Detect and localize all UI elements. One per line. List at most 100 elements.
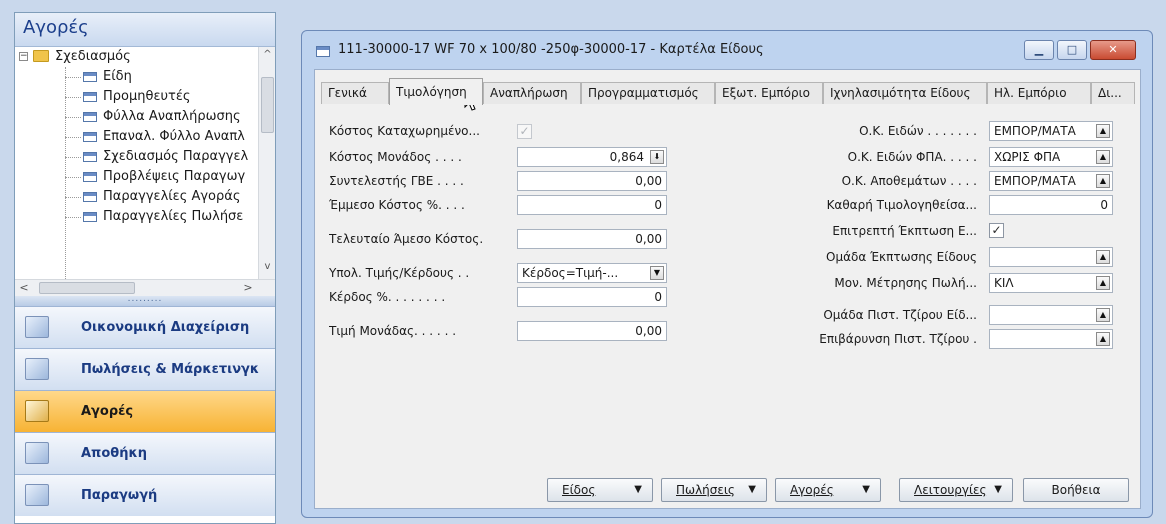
net-invoiced-qty-field[interactable]: 0 [989,195,1113,215]
collapse-icon[interactable]: − [19,52,28,61]
tree-vertical-scrollbar[interactable]: ^ v [258,47,275,279]
tree-item-sales-orders[interactable]: Παραγγελίες Πωλήσε [15,207,275,227]
tree-item-order-planning[interactable]: Σχεδιασμός Παραγγελ [15,147,275,167]
scroll-thumb[interactable] [261,77,274,133]
navigation-pane: Αγορές − Σχεδιασμός Είδη Προμηθευτές Φύλ… [14,12,276,524]
price-profit-calc-select[interactable]: Κέρδος=Τιμή-... ▼ [517,263,667,283]
tab-e-commerce[interactable]: Ηλ. Εμπόριο [987,82,1091,104]
nav-button-sales-marketing[interactable]: Πωλήσεις & Μάρκετινγκ [15,348,275,390]
folder-icon [33,50,49,62]
allow-invoice-discount-checkbox[interactable]: ✓ [989,223,1004,238]
form-icon [83,72,97,82]
scroll-down-icon[interactable]: v [261,261,274,275]
close-button[interactable]: ✕ [1090,40,1136,60]
tree-item-production-forecasts[interactable]: Προβλέψεις Παραγωγ [15,167,275,187]
help-button[interactable]: Βοήθεια [1023,478,1129,502]
item-discount-group-field[interactable]: ▲ [989,247,1113,267]
scroll-left-icon[interactable]: < [17,281,31,295]
lookup-up-arrow-icon[interactable]: ▲ [1096,150,1110,164]
dropdown-arrow-icon[interactable]: ▼ [650,266,664,280]
item-discount-group-label: Ομάδα Έκπτωσης Είδους [826,250,977,264]
tree-node-label: Σχεδιασμός [55,49,131,64]
last-direct-cost-field[interactable]: 0,00 [517,229,667,249]
nav-pane-title: Αγορές [15,13,275,47]
scroll-up-icon[interactable]: ^ [261,49,274,63]
window-title-bar[interactable]: 111-30000-17 WF 70 x 100/80 -250φ-30000-… [302,31,1152,69]
unit-price-field[interactable]: 0,00 [517,321,667,341]
item-menu-label: Είδος [562,483,596,497]
warehouse-icon [25,442,49,464]
nav-button-financial-management[interactable]: Οικονομική Διαχείριση [15,306,275,348]
gen-prod-posting-group-field[interactable]: ΕΜΠΟΡ/ΜΑΤΑ ▲ [989,121,1113,141]
tree-node-planning[interactable]: − Σχεδιασμός [15,47,275,67]
tree-item-label: Φύλλα Αναπλήρωσης [103,109,241,124]
purchases-menu-button[interactable]: Αγορές ▼ [775,478,881,502]
menu-arrow-icon: ▼ [994,484,1002,495]
inventory-posting-group-label: Ο.Κ. Αποθεμάτων . . . . [841,174,977,188]
nav-button-label: Οικονομική Διαχείριση [81,320,250,335]
scroll-thumb[interactable] [39,282,135,294]
nav-button-manufacturing[interactable]: Παραγωγή [15,474,275,516]
unit-cost-field[interactable]: 0,864 ⬇ [517,147,667,167]
gbe-field[interactable]: 0,00 [517,171,667,191]
nav-tree: − Σχεδιασμός Είδη Προμηθευτές Φύλλα Αναπ… [15,47,275,279]
purchases-icon [25,400,49,422]
window-title: 111-30000-17 WF 70 x 100/80 -250φ-30000-… [338,42,764,57]
lookup-up-arrow-icon[interactable]: ▲ [1096,174,1110,188]
tree-item-label: Προβλέψεις Παραγωγ [103,169,246,184]
tab-planning[interactable]: Προγραμματισμός [581,82,715,104]
vat-prod-posting-group-value: ΧΩΡΙΣ ΦΠΑ [994,150,1061,164]
profit-percent-field[interactable]: 0 [517,287,667,307]
allow-invoice-discount-label: Επιτρεπτή Έκπτωση Ε... [832,224,977,238]
indirect-cost-field[interactable]: 0 [517,195,667,215]
form-icon [83,152,97,162]
form-icon [83,192,97,202]
help-label: Βοήθεια [1051,483,1101,497]
financial-management-icon [25,316,49,338]
lookup-up-arrow-icon[interactable]: ▲ [1096,124,1110,138]
sales-marketing-icon [25,358,49,380]
vat-prod-posting-group-field[interactable]: ΧΩΡΙΣ ΦΠΑ ▲ [989,147,1113,167]
tab-replenishment[interactable]: Αναπλήρωση [483,82,581,104]
indirect-cost-label: Έμμεσο Κόστος %. . . . [329,198,465,212]
inventory-posting-group-field[interactable]: ΕΜΠΟΡ/ΜΑΤΑ ▲ [989,171,1113,191]
tree-item-label: Παραγγελίες Αγοράς [103,189,241,204]
tree-item-label: Προμηθευτές [103,89,191,104]
credit-turnover-charge-label: Επιβάρυνση Πιστ. Τζίρου . [819,332,977,346]
sales-unit-of-measure-field[interactable]: ΚΙΛ ▲ [989,273,1113,293]
tab-invoicing[interactable]: Τιμολόγηση [389,78,483,105]
cost-posted-checkbox: ✓ [517,124,532,139]
nav-button-purchases[interactable]: Αγορές [15,390,275,432]
form-icon [83,92,97,102]
nav-button-warehouse[interactable]: Αποθήκη [15,432,275,474]
tree-item-purchase-orders[interactable]: Παραγγελίες Αγοράς [15,187,275,207]
tab-general[interactable]: Γενικά [321,82,389,104]
tree-item-items[interactable]: Είδη [15,67,275,87]
maximize-button[interactable]: □ [1057,40,1087,60]
tab-foreign-trade[interactable]: Εξωτ. Εμπόριο [715,82,823,104]
tree-item-requisition-worksheets[interactable]: Φύλλα Αναπλήρωσης [15,107,275,127]
nav-button-label: Αποθήκη [81,446,147,461]
functions-menu-label: Λειτουργίες [914,483,987,497]
tree-item-vendors[interactable]: Προμηθευτές [15,87,275,107]
credit-turnover-group-field[interactable]: ▲ [989,305,1113,325]
functions-menu-button[interactable]: Λειτουργίες ▼ [899,478,1013,502]
tab-item-tracking[interactable]: Ιχνηλασιμότητα Είδους [823,82,987,104]
scroll-right-icon[interactable]: > [241,281,255,295]
lookup-up-arrow-icon[interactable]: ▲ [1096,276,1110,290]
credit-turnover-charge-field[interactable]: ▲ [989,329,1113,349]
credit-turnover-group-label: Ομάδα Πιστ. Τζίρου Είδ... [823,308,977,322]
item-menu-button[interactable]: Είδος ▼ [547,478,653,502]
drilldown-icon[interactable]: ⬇ [650,150,664,164]
menu-arrow-icon: ▼ [862,484,870,495]
form-icon [83,132,97,142]
sales-menu-button[interactable]: Πωλήσεις ▼ [661,478,767,502]
price-profit-calc-label: Υπολ. Τιμής/Κέρδους . . [329,266,470,280]
lookup-up-arrow-icon[interactable]: ▲ [1096,250,1110,264]
minimize-button[interactable]: ▁ [1024,40,1054,60]
tab-more[interactable]: Δι... [1091,82,1135,104]
lookup-up-arrow-icon[interactable]: ▲ [1096,308,1110,322]
lookup-up-arrow-icon[interactable]: ▲ [1096,332,1110,346]
pane-splitter[interactable]: ......... [15,295,275,306]
tree-item-recurring-requisition[interactable]: Επαναλ. Φύλλο Αναπλ [15,127,275,147]
